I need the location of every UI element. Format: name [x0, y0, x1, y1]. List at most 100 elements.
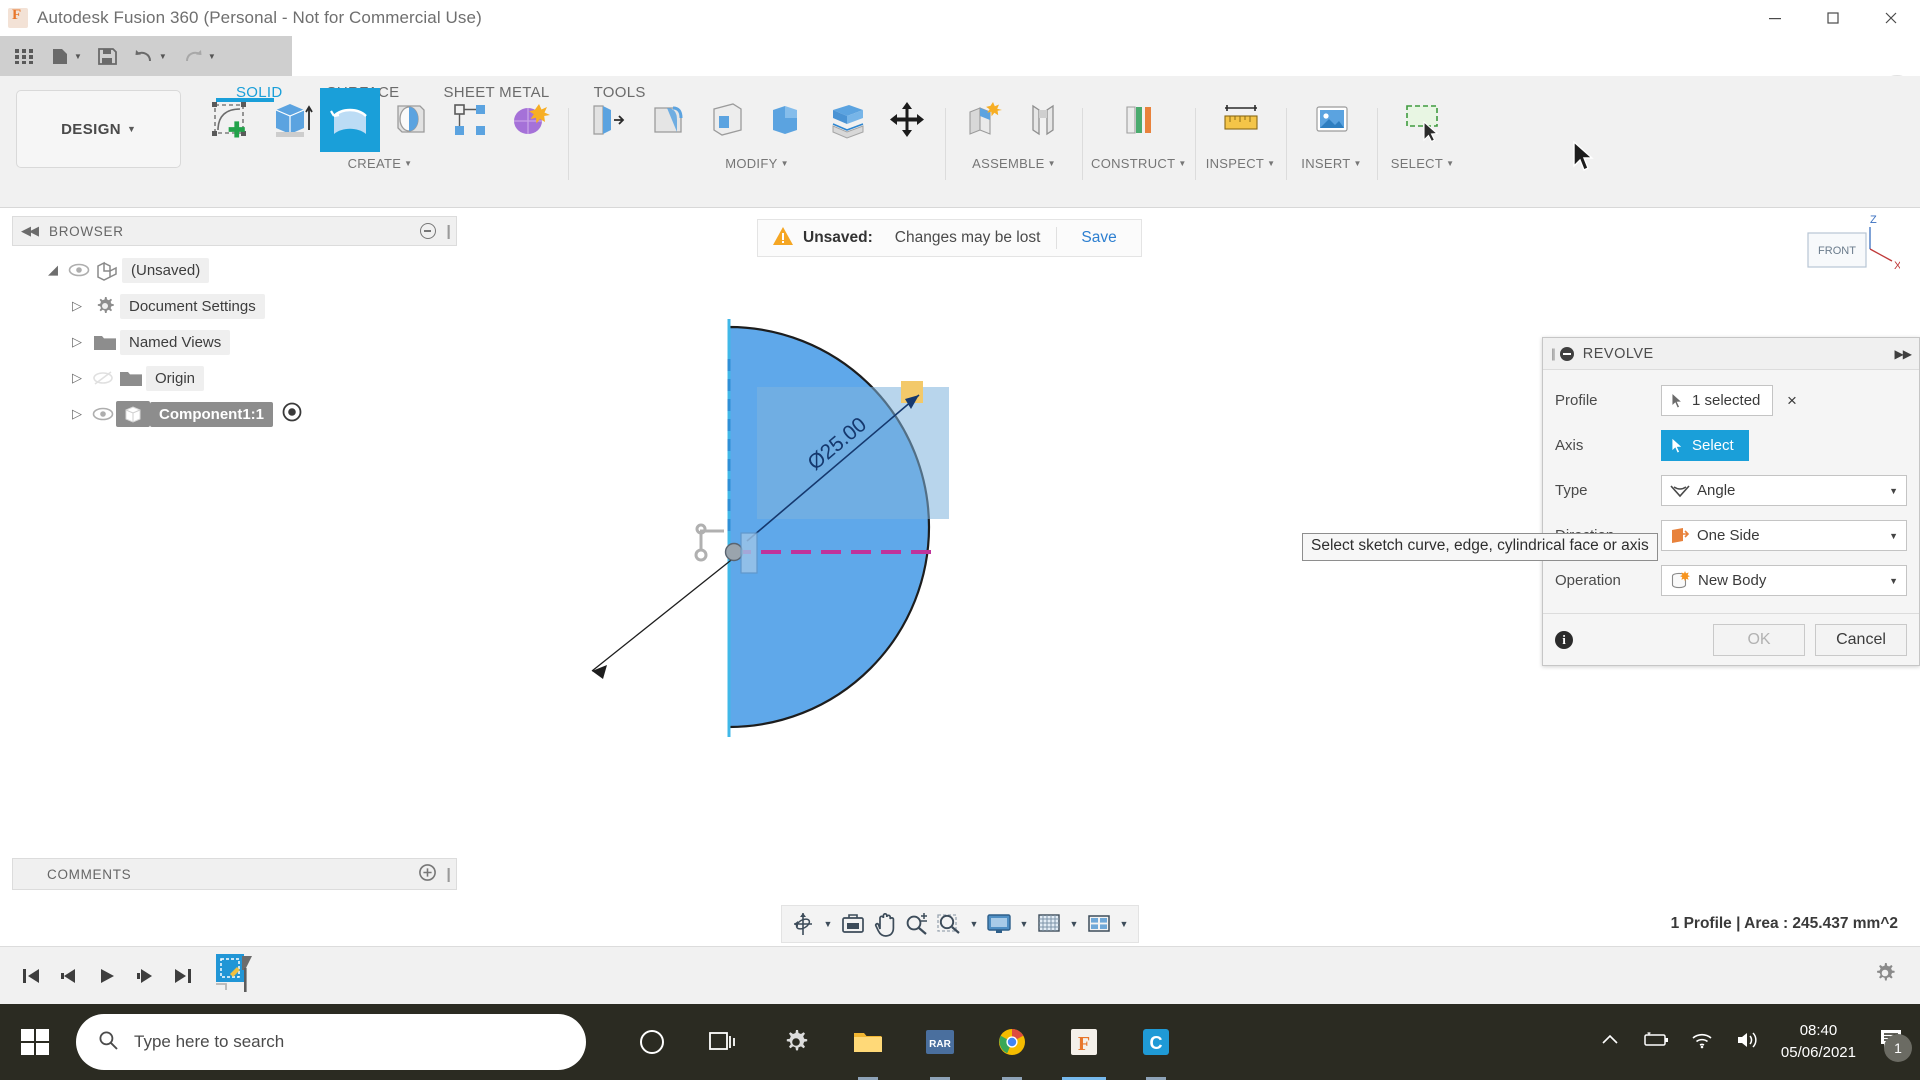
grid-snaps-icon[interactable] [1034, 907, 1064, 941]
ribbon-group-label-inspect[interactable]: INSPECT ▼ [1206, 156, 1276, 171]
sketch-feature-icon[interactable] [212, 950, 258, 1001]
chevron-down-icon[interactable]: ▼ [1016, 907, 1032, 941]
viewports-icon[interactable] [1084, 907, 1114, 941]
press-pull-icon[interactable] [577, 88, 637, 152]
profile-selection-field[interactable]: 1 selected [1661, 385, 1773, 416]
chevron-down-icon[interactable]: ▼ [1889, 576, 1898, 586]
maximize-icon[interactable] [1804, 0, 1862, 36]
clear-selection-icon[interactable]: × [1787, 391, 1797, 411]
operation-dropdown[interactable]: New Body ▼ [1661, 565, 1907, 596]
browser-row-component1[interactable]: ▷ Component1:1 [12, 396, 457, 432]
extrude-icon[interactable] [260, 88, 320, 152]
redo-icon[interactable]: ▼ [174, 39, 223, 73]
chevron-down-icon[interactable]: ▼ [1116, 907, 1132, 941]
ribbon-group-label-construct[interactable]: CONSTRUCT ▼ [1091, 156, 1187, 171]
collapse-left-icon[interactable]: ◀◀ [21, 223, 39, 239]
ribbon-group-label-create[interactable]: CREATE ▼ [348, 156, 413, 171]
go-to-end-icon[interactable] [164, 956, 202, 996]
measure-icon[interactable] [1204, 88, 1278, 152]
axis-select-button[interactable]: Select [1661, 430, 1749, 461]
ok-button[interactable]: OK [1713, 623, 1805, 656]
chevron-down-icon[interactable]: ▼ [74, 52, 82, 61]
expand-right-icon[interactable]: ▶▶ [1895, 347, 1912, 361]
create-sketch-icon[interactable] [200, 88, 260, 152]
minimize-icon[interactable] [1746, 0, 1804, 36]
taskbar-clock[interactable]: 08:40 05/06/2021 [1781, 1020, 1856, 1064]
app-grid-icon[interactable] [6, 39, 42, 73]
ribbon-group-label-insert[interactable]: INSERT ▼ [1301, 156, 1361, 171]
activate-component-icon[interactable] [281, 401, 303, 427]
notification-center-icon[interactable]: 1 [1878, 1027, 1912, 1062]
shell-icon[interactable] [697, 88, 757, 152]
visibility-eye-icon[interactable] [90, 407, 116, 421]
sweep-icon[interactable] [380, 88, 440, 152]
chevron-down-icon[interactable]: ▼ [820, 907, 836, 941]
cortana-icon[interactable] [616, 1004, 688, 1080]
chevron-down-icon[interactable]: ▼ [1066, 907, 1082, 941]
chevron-down-icon[interactable]: ▼ [966, 907, 982, 941]
zoom-icon[interactable] [902, 907, 932, 941]
offset-plane-icon[interactable] [1102, 88, 1176, 152]
go-to-beginning-icon[interactable] [12, 956, 50, 996]
show-hidden-icons[interactable] [1601, 1033, 1619, 1052]
collapsed-arrow-icon[interactable]: ▷ [64, 298, 90, 314]
fillet-icon[interactable] [637, 88, 697, 152]
file-explorer-icon[interactable] [832, 1004, 904, 1080]
gear-icon[interactable] [1872, 960, 1898, 991]
chevron-down-icon[interactable]: ▼ [159, 52, 167, 61]
minimize-circle-icon[interactable] [1559, 346, 1574, 361]
ribbon-group-label-select[interactable]: SELECT ▼ [1391, 156, 1455, 171]
collapsed-arrow-icon[interactable]: ▷ [64, 370, 90, 386]
task-view-icon[interactable] [688, 1004, 760, 1080]
panel-grip-icon[interactable]: || [446, 866, 450, 883]
settings-icon[interactable] [760, 1004, 832, 1080]
pattern-icon[interactable] [440, 88, 500, 152]
ribbon-group-label-modify[interactable]: MODIFY ▼ [725, 156, 789, 171]
move-copy-icon[interactable] [877, 88, 937, 152]
orbit-icon[interactable] [788, 907, 818, 941]
minimize-circle-icon[interactable] [420, 223, 437, 239]
wifi-icon[interactable] [1691, 1031, 1713, 1054]
step-forward-icon[interactable] [126, 956, 164, 996]
start-button[interactable] [0, 1004, 70, 1080]
play-icon[interactable] [88, 956, 126, 996]
chrome-icon[interactable] [976, 1004, 1048, 1080]
revolve-icon[interactable] [320, 88, 380, 152]
pan-icon[interactable] [870, 907, 900, 941]
browser-row-named-views[interactable]: ▷ Named Views [12, 324, 457, 360]
volume-icon[interactable] [1735, 1030, 1759, 1055]
browser-row-unsaved[interactable]: ◢ (Unsaved) [12, 252, 457, 288]
fusion360-icon[interactable]: F [1048, 1004, 1120, 1080]
chevron-down-icon[interactable]: ▼ [208, 52, 216, 61]
new-component-icon[interactable] [954, 88, 1014, 152]
display-settings-icon[interactable] [984, 907, 1014, 941]
look-at-icon[interactable] [838, 907, 868, 941]
visibility-eye-off-icon[interactable] [90, 370, 116, 386]
select-window-icon[interactable] [1386, 88, 1460, 152]
zoom-window-icon[interactable] [934, 907, 964, 941]
search-box[interactable]: Type here to search [76, 1014, 586, 1070]
type-dropdown[interactable]: Angle ▼ [1661, 475, 1907, 506]
dialog-header[interactable]: || REVOLVE ▶▶ [1543, 338, 1919, 370]
browser-row-origin[interactable]: ▷ Origin [12, 360, 457, 396]
battery-icon[interactable] [1641, 1031, 1669, 1053]
chevron-down-icon[interactable]: ▼ [1889, 531, 1898, 541]
browser-row-document-settings[interactable]: ▷ Document Settings [12, 288, 457, 324]
combine-icon[interactable] [757, 88, 817, 152]
collapsed-arrow-icon[interactable]: ▷ [64, 406, 90, 422]
c-app-icon[interactable]: C [1120, 1004, 1192, 1080]
offset-face-icon[interactable] [817, 88, 877, 152]
panel-grip-icon[interactable]: || [446, 223, 450, 240]
workspace-selector[interactable]: DESIGN ▼ [16, 90, 181, 168]
insert-image-icon[interactable] [1295, 88, 1369, 152]
collapsed-arrow-icon[interactable]: ▷ [64, 334, 90, 350]
chevron-down-icon[interactable]: ▼ [1889, 486, 1898, 496]
undo-icon[interactable]: ▼ [125, 39, 174, 73]
close-icon[interactable] [1862, 0, 1920, 36]
ribbon-group-label-assemble[interactable]: ASSEMBLE ▼ [972, 156, 1056, 171]
step-back-icon[interactable] [50, 956, 88, 996]
add-comment-icon[interactable] [419, 864, 437, 884]
cancel-button[interactable]: Cancel [1815, 623, 1907, 656]
visibility-eye-icon[interactable] [66, 263, 92, 277]
expand-arrow-icon[interactable]: ◢ [40, 262, 66, 278]
